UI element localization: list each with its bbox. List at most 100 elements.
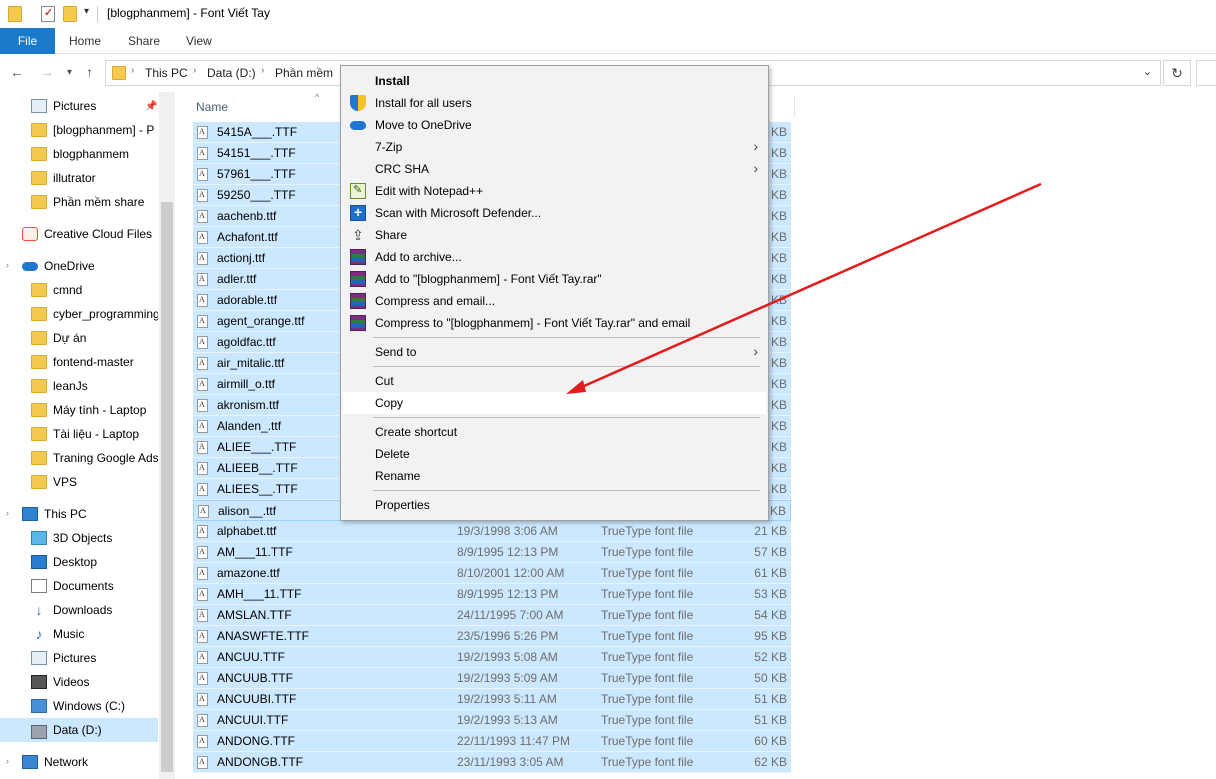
menu-item-install[interactable]: Install — [343, 70, 766, 92]
menu-item-share[interactable]: ⇪ Share — [343, 224, 766, 246]
tab-view[interactable]: View — [186, 28, 212, 54]
nav-item-pictures[interactable]: Pictures — [0, 646, 158, 670]
file-name-cell: ALIEES__.TTF — [217, 482, 298, 496]
breadcrumb-phan-mem[interactable]: Phần mềm — [275, 66, 333, 80]
folder-icon — [31, 355, 47, 369]
menu-item-7zip[interactable]: 7-Zip › — [343, 136, 766, 158]
nav-item-videos[interactable]: Videos — [0, 670, 158, 694]
menu-item-delete[interactable]: Delete — [343, 443, 766, 465]
font-file-icon — [197, 231, 208, 244]
column-header-name[interactable]: Name — [196, 100, 228, 114]
table-row[interactable]: ANCUUBI.TTF 19/2/1993 5:11 AM TrueType fon… — [193, 689, 791, 710]
table-row[interactable]: amazone.ttf 8/10/2001 12:00 AM TrueType fo… — [193, 563, 791, 584]
nav-item-cyber-programming[interactable]: cyber_programming — [0, 302, 158, 326]
nav-item-onedrive[interactable]: OneDrive — [0, 254, 158, 278]
nav-item-network[interactable]: Network — [0, 750, 158, 774]
nav-item-vps[interactable]: VPS — [0, 470, 158, 494]
tab-home[interactable]: Home — [69, 28, 101, 54]
table-row[interactable]: AMSLAN.TTF 24/11/1995 7:00 AM TrueType fon… — [193, 605, 791, 626]
chevron-right-icon[interactable]: › — [193, 65, 196, 76]
navigation-scrollbar-thumb[interactable] — [161, 202, 173, 772]
nav-item-windows-c[interactable]: Windows (C:) — [0, 694, 158, 718]
menu-item-rename[interactable]: Rename — [343, 465, 766, 487]
recent-locations-chevron-icon[interactable]: ▾ — [67, 67, 72, 78]
submenu-chevron-icon: › — [753, 138, 758, 154]
breadcrumb-data-d[interactable]: Data (D:) — [207, 66, 256, 80]
refresh-icon[interactable]: ↻ — [1163, 60, 1191, 86]
nav-item-documents[interactable]: Documents — [0, 574, 158, 598]
chevron-right-icon[interactable]: › — [261, 65, 264, 76]
menu-item-crc-sha[interactable]: CRC SHA › — [343, 158, 766, 180]
nav-item-blogphanmem-p[interactable]: [blogphanmem] - P — [0, 118, 158, 142]
file-name-cell: AM___11.TTF — [217, 545, 293, 559]
column-divider[interactable] — [794, 96, 795, 118]
nav-item-music[interactable]: ♪ Music — [0, 622, 158, 646]
search-input[interactable] — [1196, 60, 1216, 86]
onedrive-icon — [22, 259, 38, 273]
menu-item-move-to-onedrive[interactable]: Move to OneDrive — [343, 114, 766, 136]
file-name-cell: ANDONGB.TTF — [217, 755, 303, 769]
properties-icon[interactable] — [41, 6, 55, 22]
table-row[interactable]: AMH___11.TTF 8/9/1995 12:13 PM TrueType fo… — [193, 584, 791, 605]
menu-item-properties[interactable]: Properties — [343, 494, 766, 516]
table-row[interactable]: ANCUU.TTF 19/2/1993 5:08 AM TrueType font … — [193, 647, 791, 668]
breadcrumb-this-pc[interactable]: This PC — [145, 66, 188, 80]
nav-item-traning-google-ads[interactable]: Traning Google Ads — [0, 446, 158, 470]
table-row[interactable]: AM___11.TTF 8/9/1995 12:13 PM TrueType fon… — [193, 542, 791, 563]
file-name-cell: AMSLAN.TTF — [217, 608, 292, 622]
pin-icon[interactable]: 📌 — [145, 101, 157, 112]
menu-item-create-shortcut[interactable]: Create shortcut — [343, 421, 766, 443]
menu-item-cut[interactable]: Cut — [343, 370, 766, 392]
up-arrow-icon[interactable]: ↑ — [86, 64, 93, 80]
menu-item-add-to-rar[interactable]: Add to "[blogphanmem] - Font Viết Tay.ra… — [343, 268, 766, 290]
nav-item-pictures-quick[interactable]: Pictures — [0, 94, 158, 118]
nav-item-illutrator[interactable]: illutrator — [0, 166, 158, 190]
table-row[interactable]: alphabet.ttf 19/3/1998 3:06 AM TrueType fo… — [193, 521, 791, 542]
menu-item-install-all-users[interactable]: Install for all users — [343, 92, 766, 114]
nav-item-creative-cloud[interactable]: Creative Cloud Files — [0, 222, 158, 246]
tab-share[interactable]: Share — [128, 28, 160, 54]
forward-arrow-icon[interactable]: → — [40, 64, 54, 80]
new-folder-icon[interactable] — [63, 6, 77, 22]
nav-item-this-pc[interactable]: This PC — [0, 502, 158, 526]
nav-item-downloads[interactable]: ↓ Downloads — [0, 598, 158, 622]
window-title: [blogphanmem] - Font Viết Tay — [107, 6, 270, 20]
table-row[interactable]: ANCUUB.TTF 19/2/1993 5:09 AM TrueType font… — [193, 668, 791, 689]
table-row[interactable]: ANDONGB.TTF 23/11/1993 3:05 AM TrueType fo… — [193, 752, 791, 773]
nav-item-phan-mem-share[interactable]: Phần mềm share — [0, 190, 158, 214]
nav-item-desktop[interactable]: Desktop — [0, 550, 158, 574]
menu-item-compress-rar-email[interactable]: Compress to "[blogphanmem] - Font Viết T… — [343, 312, 766, 334]
nav-item-du-an[interactable]: Dự án — [0, 326, 158, 350]
menu-item-send-to[interactable]: Send to › — [343, 341, 766, 363]
menu-item-compress-email[interactable]: Compress and email... — [343, 290, 766, 312]
file-date-cell: 19/2/1993 5:13 AM — [457, 713, 558, 727]
folder-icon[interactable] — [8, 6, 22, 22]
address-history-chevron-icon[interactable]: ⌄ — [1143, 65, 1152, 78]
menu-item-add-to-archive[interactable]: Add to archive... — [343, 246, 766, 268]
file-size-cell: 62 KB — [754, 755, 787, 769]
menu-item-copy[interactable]: Copy — [343, 392, 766, 414]
nav-item-leanjs[interactable]: leanJs — [0, 374, 158, 398]
nav-item-cmnd[interactable]: cmnd — [0, 278, 158, 302]
uac-shield-icon — [350, 95, 366, 111]
nav-item-label: VPS — [53, 475, 78, 489]
nav-item-blogphanmem[interactable]: blogphanmem — [0, 142, 158, 166]
nav-item-3d-objects[interactable]: 3D Objects — [0, 526, 158, 550]
back-arrow-icon[interactable]: ← — [10, 64, 24, 80]
font-file-icon — [197, 630, 208, 643]
tab-file[interactable]: File — [0, 28, 55, 54]
customize-toolbar-chevron-icon[interactable]: ▾ — [84, 6, 89, 17]
table-row[interactable]: ANCUUI.TTF 19/2/1993 5:13 AM TrueType font… — [193, 710, 791, 731]
nav-item-may-tinh-laptop[interactable]: Máy tính - Laptop — [0, 398, 158, 422]
chevron-right-icon[interactable]: › — [131, 65, 134, 76]
file-name-cell: 59250___.TTF — [217, 188, 296, 202]
menu-item-scan-defender[interactable]: Scan with Microsoft Defender... — [343, 202, 766, 224]
nav-item-label: This PC — [44, 507, 87, 521]
menu-item-edit-notepad[interactable]: Edit with Notepad++ — [343, 180, 766, 202]
nav-item-data-d[interactable]: Data (D:) — [0, 718, 158, 742]
table-row[interactable]: ANASWFTE.TTF 23/5/1996 5:26 PM TrueType fo… — [193, 626, 791, 647]
nav-item-tai-lieu-laptop[interactable]: Tài liệu - Laptop — [0, 422, 158, 446]
table-row[interactable]: ANDONG.TTF 22/11/1993 11:47 PM TrueType fo… — [193, 731, 791, 752]
file-type-cell: TrueType font file — [601, 734, 694, 748]
nav-item-fontend-master[interactable]: fontend-master — [0, 350, 158, 374]
